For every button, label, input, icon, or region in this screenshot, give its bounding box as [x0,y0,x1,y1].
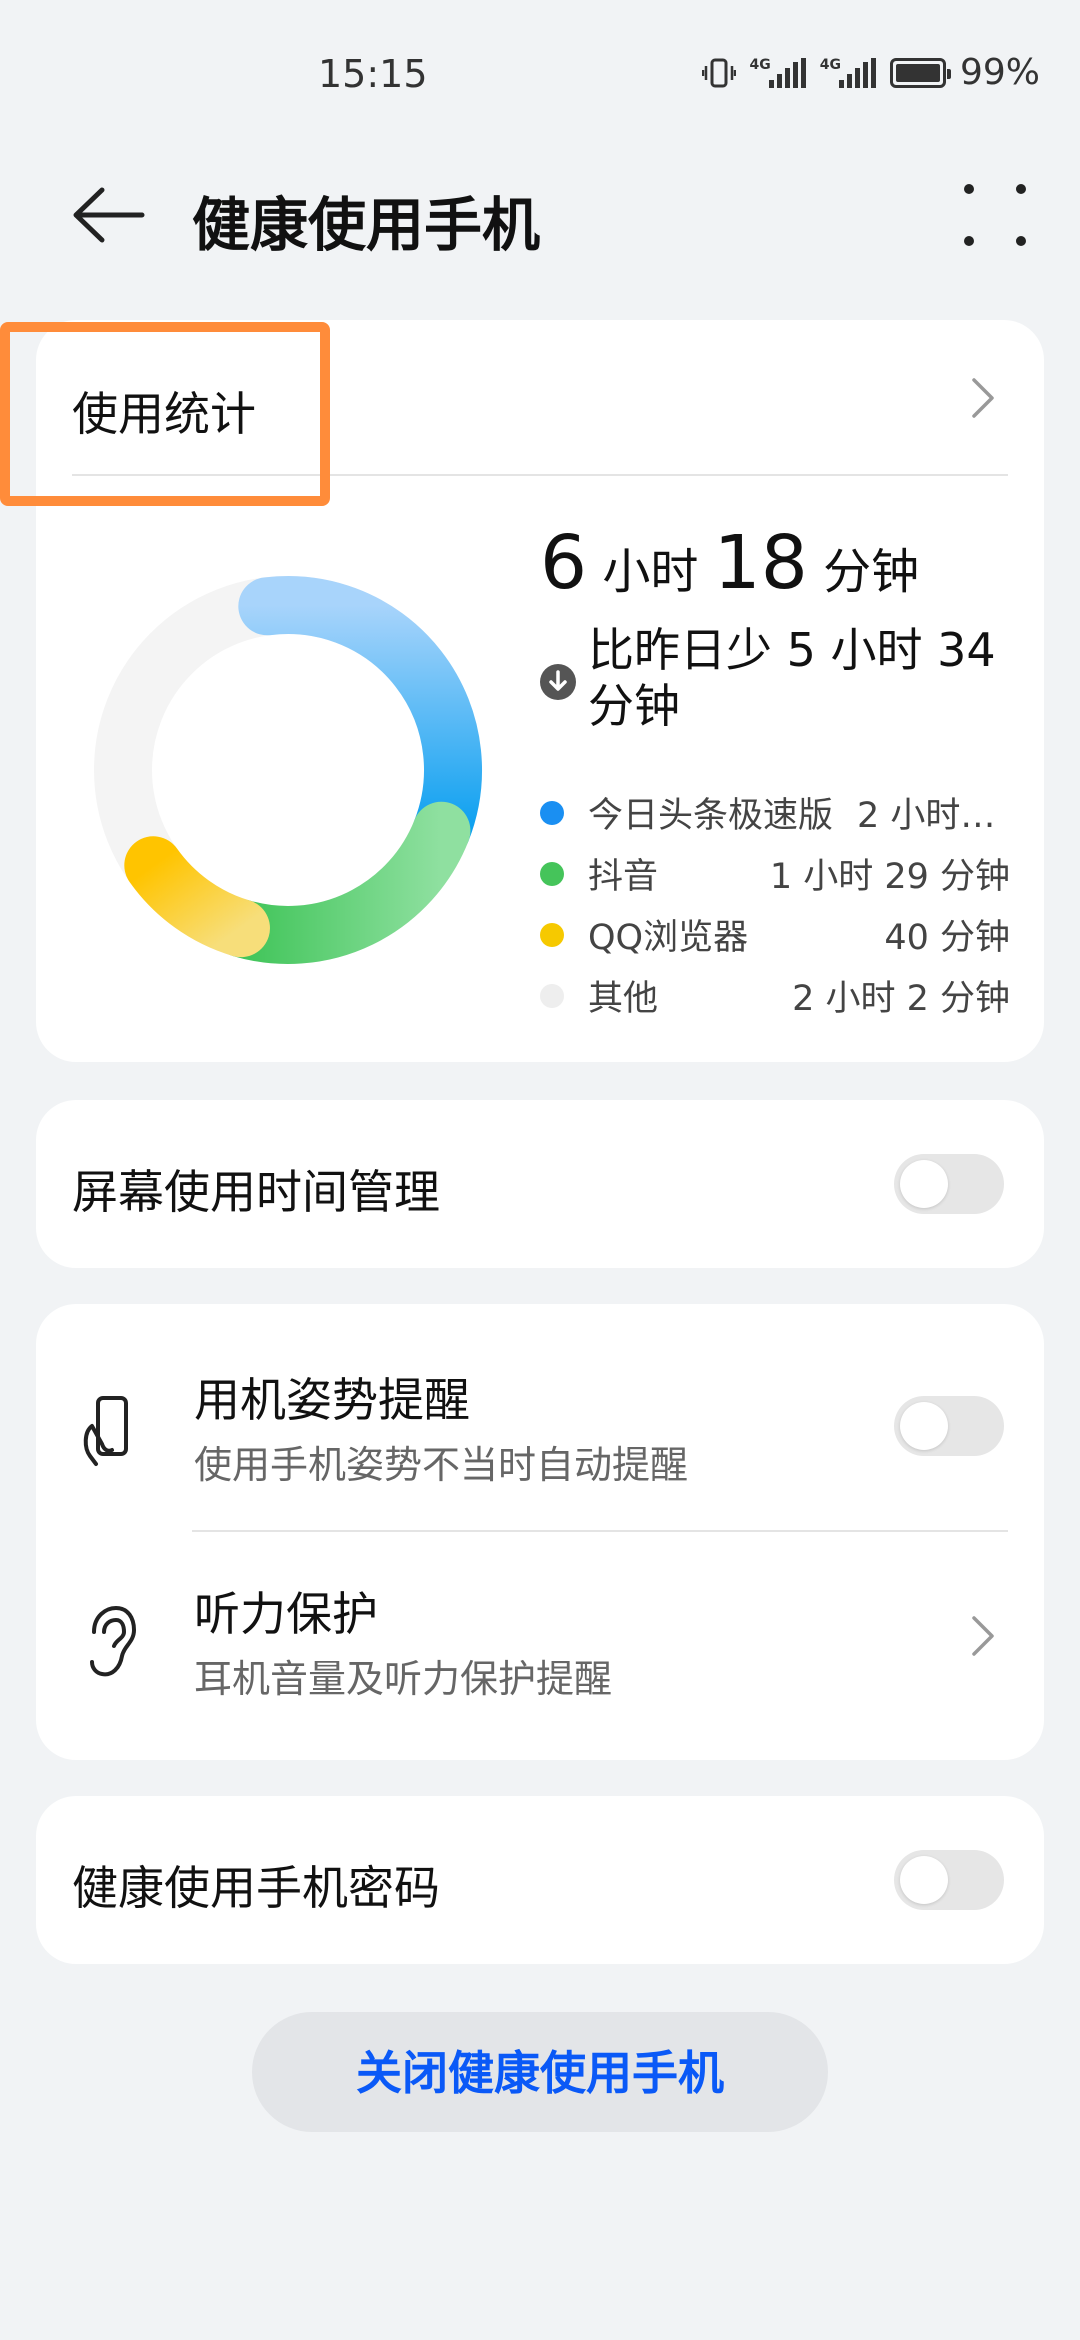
battery-icon [889,57,951,88]
password-toggle[interactable] [894,1850,1004,1910]
status-icons: 4G 4G 99% [701,52,1040,93]
posture-toggle[interactable] [894,1396,1004,1456]
legend-app-name: 抖音 [588,857,659,897]
legend-item: 今日头条极速版 2 小时… [540,782,1010,843]
vibrate-icon [701,58,736,87]
arrow-down-circle-icon [540,664,576,700]
compare-yesterday: 比昨日少 5 小时 34 分钟 [540,622,1010,734]
compare-text: 比昨日少 5 小时 34 分钟 [588,623,996,733]
screen-time-toggle[interactable] [894,1154,1004,1214]
total-minutes: 18 [713,520,808,606]
network-tag-1: 4G [749,56,771,73]
battery-percent: 99% [959,52,1040,93]
more-dots-icon[interactable] [960,180,1030,250]
legend-app-time: 2 小时… [857,796,996,836]
ear-icon [90,1605,137,1677]
donut-arc-app-2 [211,801,471,964]
phone-hand-icon [83,1396,128,1466]
total-hours: 6 [540,520,588,606]
legend-app-time: 2 小时 2 分钟 [792,979,1010,1019]
chevron-right-icon [972,378,994,418]
close-healthy-usage-button[interactable]: 关闭健康使用手机 [252,2012,828,2132]
legend-app-name: 今日头条极速版 [588,796,834,836]
signal-bars-1-icon [768,57,806,88]
signal-bars-2-icon [838,57,876,88]
status-bar: 15:15 4G 4G 99% [0,0,1080,150]
status-time: 15:15 [318,52,428,96]
posture-title: 用机姿势提醒 [194,1373,470,1427]
hearing-title: 听力保护 [194,1587,378,1641]
usage-legend: 今日头条极速版 2 小时… 抖音 1 小时 29 分钟 QQ浏览器 40 分钟 … [540,782,1010,1026]
usage-donut-chart [94,576,482,964]
screen-time-label: 屏幕使用时间管理 [72,1165,440,1219]
legend-dot [540,922,564,947]
signal-2: 4G [819,56,876,88]
minutes-unit: 分钟 [823,544,920,600]
password-card[interactable]: 健康使用手机密码 [36,1796,1044,1964]
app-header: 健康使用手机 [0,160,1080,270]
hearing-protection-row[interactable]: 听力保护 耳机音量及听力保护提醒 [36,1532,1044,1760]
legend-item: 抖音 1 小时 29 分钟 [540,843,1010,904]
legend-app-name: QQ浏览器 [588,918,749,958]
page-title: 健康使用手机 [192,191,541,259]
donut-arc-app-1 [238,576,482,860]
legend-dot [540,861,564,886]
legend-app-name: 其他 [588,979,659,1019]
total-usage-time: 6 小时 18 分钟 [540,520,919,606]
hearing-subtitle: 耳机音量及听力保护提醒 [194,1657,613,1701]
legend-app-time: 40 分钟 [884,918,1010,958]
arrow-left-icon[interactable] [70,182,146,248]
network-tag-2: 4G [819,56,841,73]
legend-item: 其他 2 小时 2 分钟 [540,965,1010,1026]
screen-time-card[interactable]: 屏幕使用时间管理 [36,1100,1044,1268]
hours-unit: 小时 [602,544,699,600]
legend-dot [540,800,564,825]
chevron-right-icon [972,1616,994,1656]
password-label: 健康使用手机密码 [72,1861,440,1915]
legend-item: QQ浏览器 40 分钟 [540,904,1010,965]
legend-dot [540,983,564,1008]
legend-app-time: 1 小时 29 分钟 [769,857,1010,897]
donut-arc-app-3 [124,836,270,958]
highlight-box [0,322,330,506]
posture-hearing-card: 用机姿势提醒 使用手机姿势不当时自动提醒 听力保护 耳机音量及听力保护提醒 [36,1304,1044,1760]
posture-subtitle: 使用手机姿势不当时自动提醒 [194,1443,689,1487]
signal-1: 4G [749,56,806,88]
